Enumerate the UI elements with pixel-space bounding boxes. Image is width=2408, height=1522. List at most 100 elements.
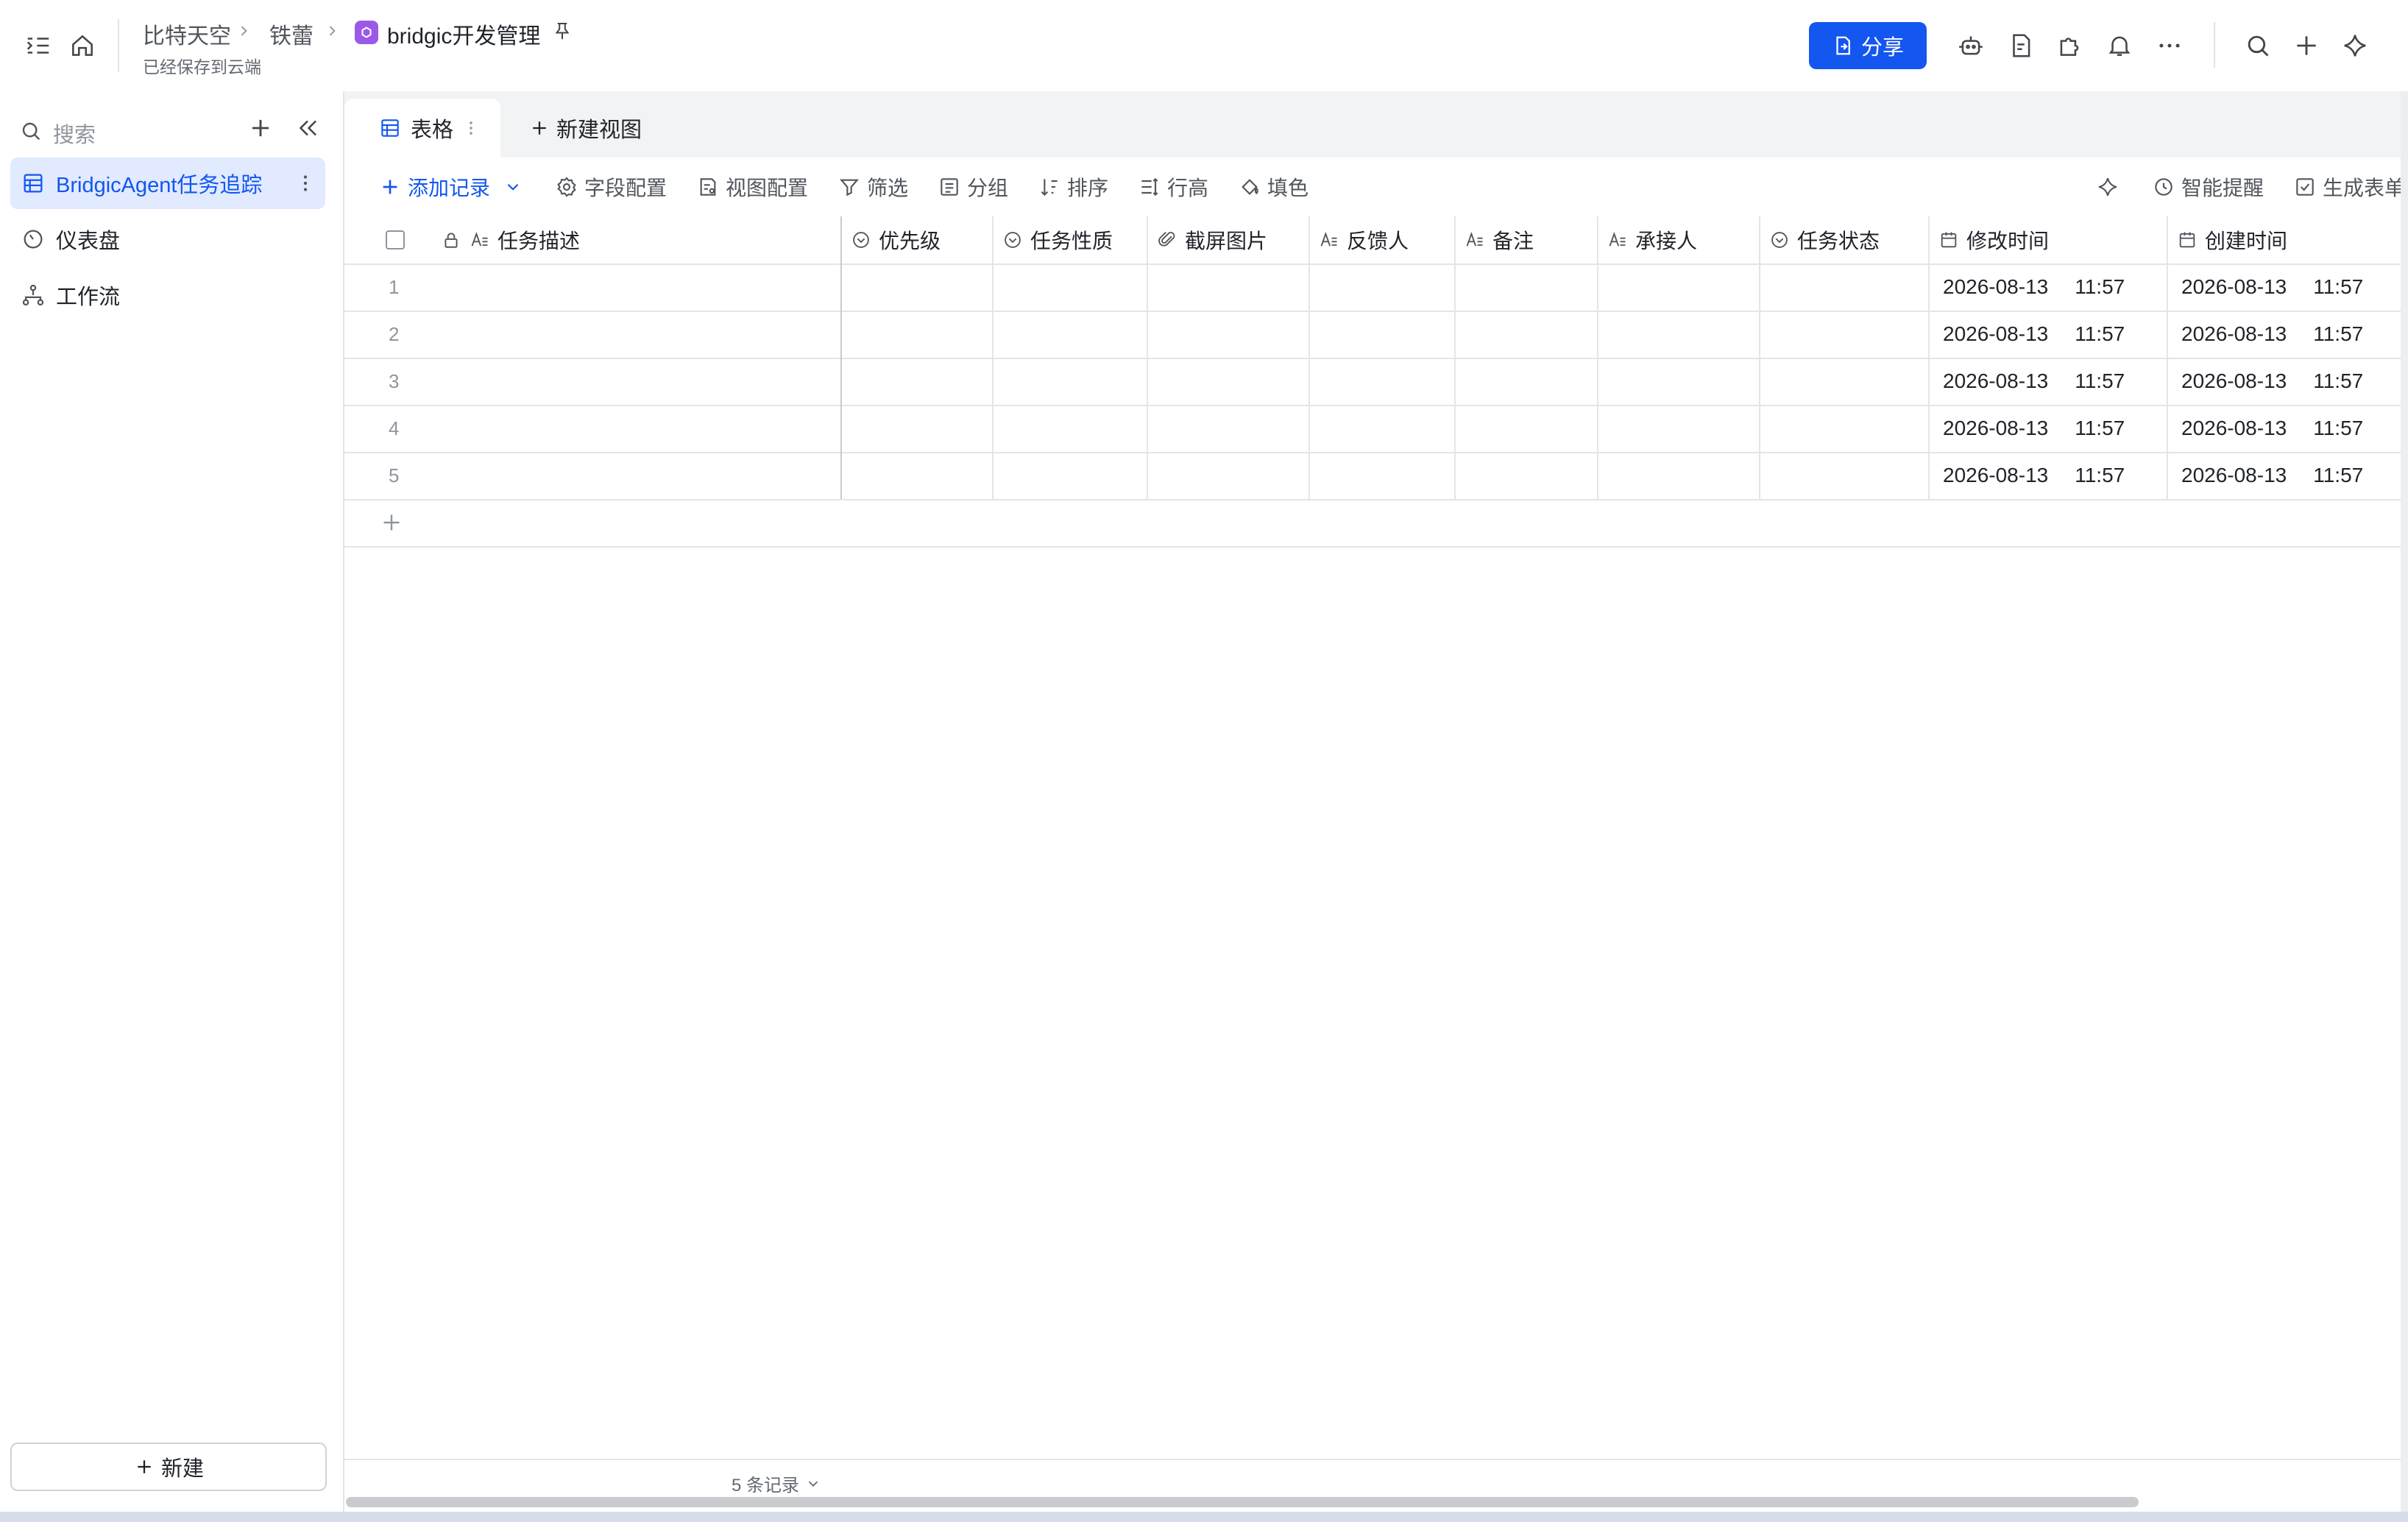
column-header-task-type[interactable]: 任务性质 <box>994 216 1148 263</box>
field-config-button[interactable]: 字段配置 <box>555 172 667 202</box>
column-header-created-time[interactable]: 创建时间 <box>2168 216 2401 263</box>
add-record-button[interactable]: 添加记录 <box>378 172 523 202</box>
document-title[interactable]: bridgic开发管理 <box>387 18 540 50</box>
table-cell[interactable] <box>994 405 1148 452</box>
table-cell[interactable] <box>1760 452 1930 499</box>
chevron-down-icon[interactable] <box>503 177 523 197</box>
table-cell[interactable] <box>1456 263 1598 311</box>
table-cell[interactable] <box>842 263 994 311</box>
table-cell[interactable] <box>1310 452 1456 499</box>
table-cell[interactable] <box>1310 311 1456 358</box>
more-options-icon[interactable] <box>2149 25 2190 66</box>
table-cell[interactable]: 2026-08-13 11:57 <box>1930 452 2168 499</box>
row-height-button[interactable]: 行高 <box>1138 172 1208 202</box>
table-row[interactable]: 5 2026-08-13 11:57 2026-08-13 11:57 <box>344 452 2401 500</box>
add-row-plus-icon[interactable] <box>378 509 405 536</box>
filter-button[interactable]: 筛选 <box>838 172 908 202</box>
table-cell[interactable]: 2026-08-13 11:57 <box>1930 405 2168 452</box>
column-header-priority[interactable]: 优先级 <box>842 216 994 263</box>
column-header-reporter[interactable]: 反馈人 <box>1310 216 1456 263</box>
table-cell[interactable] <box>842 405 994 452</box>
table-cell[interactable] <box>1456 452 1598 499</box>
notification-bell-icon[interactable] <box>2099 25 2140 66</box>
breadcrumb-folder[interactable]: 铁蕾 <box>269 18 314 50</box>
table-cell[interactable] <box>842 358 994 405</box>
table-cell[interactable]: 2026-08-13 11:57 <box>1930 263 2168 311</box>
ai-assistant-robot-icon[interactable] <box>1950 25 1991 66</box>
home-icon[interactable] <box>62 25 103 66</box>
table-cell[interactable]: 2026-08-13 11:57 <box>2168 311 2401 358</box>
sidebar-item-dashboard[interactable]: 仪表盘 <box>10 213 325 265</box>
table-cell[interactable] <box>842 452 994 499</box>
table-cell[interactable] <box>1310 263 1456 311</box>
table-cell[interactable]: 2026-08-13 11:57 <box>2168 358 2401 405</box>
table-cell[interactable] <box>1760 405 1930 452</box>
table-cell[interactable]: 5 <box>344 452 842 499</box>
column-header-screenshot[interactable]: 截屏图片 <box>1148 216 1310 263</box>
table-cell[interactable] <box>1148 405 1310 452</box>
table-cell[interactable] <box>1598 358 1760 405</box>
group-button[interactable]: 分组 <box>938 172 1008 202</box>
new-button[interactable]: 新建 <box>10 1443 327 1491</box>
table-row[interactable]: 4 2026-08-13 11:57 2026-08-13 11:57 <box>344 405 2401 453</box>
new-view-button[interactable]: 新建视图 <box>528 106 642 150</box>
column-header-task-status[interactable]: 任务状态 <box>1760 216 1930 263</box>
column-header-assignee[interactable]: 承接人 <box>1598 216 1760 263</box>
table-cell[interactable] <box>994 311 1148 358</box>
search-icon[interactable] <box>2237 25 2278 66</box>
sort-button[interactable]: 排序 <box>1038 172 1108 202</box>
table-cell[interactable] <box>1456 358 1598 405</box>
table-cell[interactable] <box>1456 311 1598 358</box>
pin-icon[interactable] <box>545 13 580 49</box>
table-cell[interactable] <box>1760 358 1930 405</box>
table-cell[interactable] <box>1310 358 1456 405</box>
table-cell[interactable]: 3 <box>344 358 842 405</box>
record-count[interactable]: 5 条记录 <box>732 1470 821 1496</box>
column-header-modified-time[interactable]: 修改时间 <box>1930 216 2168 263</box>
table-cell[interactable] <box>1598 405 1760 452</box>
more-vertical-icon[interactable] <box>293 171 318 196</box>
form-document-icon[interactable] <box>2000 25 2042 66</box>
share-button[interactable]: 分享 <box>1809 22 1927 69</box>
toggle-sidebar-icon[interactable] <box>18 25 59 66</box>
table-cell[interactable] <box>1148 263 1310 311</box>
vertical-scroll-track[interactable] <box>2401 91 2408 1512</box>
view-config-button[interactable]: 视图配置 <box>696 172 808 202</box>
column-header-notes[interactable]: 备注 <box>1456 216 1598 263</box>
horizontal-scrollbar[interactable] <box>346 1497 2139 1507</box>
fill-color-button[interactable]: 填色 <box>1238 172 1309 202</box>
table-cell[interactable]: 2026-08-13 11:57 <box>1930 311 2168 358</box>
table-row[interactable]: 1 2026-08-13 11:57 2026-08-13 11:57 <box>344 263 2401 312</box>
table-cell[interactable] <box>994 263 1148 311</box>
table-cell[interactable]: 2026-08-13 11:57 <box>2168 263 2401 311</box>
add-row[interactable] <box>344 499 2401 548</box>
table-cell[interactable]: 2026-08-13 11:57 <box>2168 452 2401 499</box>
table-cell[interactable] <box>1310 405 1456 452</box>
plugin-puzzle-icon[interactable] <box>2049 25 2090 66</box>
select-all-checkbox[interactable] <box>386 230 405 249</box>
table-cell[interactable]: 2 <box>344 311 842 358</box>
collapse-sidebar-icon[interactable] <box>287 107 328 149</box>
table-cell[interactable] <box>1598 263 1760 311</box>
table-cell[interactable]: 1 <box>344 263 842 311</box>
table-row[interactable]: 3 2026-08-13 11:57 2026-08-13 11:57 <box>344 358 2401 406</box>
breadcrumb-workspace[interactable]: 比特天空 <box>143 18 231 50</box>
ai-sparkle-icon[interactable] <box>2334 25 2376 66</box>
table-cell[interactable] <box>1598 311 1760 358</box>
add-table-plus-icon[interactable] <box>240 107 281 149</box>
table-cell[interactable] <box>1148 358 1310 405</box>
table-cell[interactable] <box>842 311 994 358</box>
create-plus-icon[interactable] <box>2286 25 2327 66</box>
tab-grid-view[interactable]: 表格 <box>344 99 500 157</box>
table-cell[interactable] <box>1760 263 1930 311</box>
table-cell[interactable] <box>994 358 1148 405</box>
column-header-task-description[interactable]: 任务描述 <box>344 216 842 263</box>
table-cell[interactable] <box>1148 452 1310 499</box>
sidebar-item-workflow[interactable]: 工作流 <box>10 269 325 321</box>
table-cell[interactable]: 2026-08-13 11:57 <box>2168 405 2401 452</box>
sidebar-item-bridgicagent-task-tracking[interactable]: BridgicAgent任务追踪 <box>10 157 325 209</box>
table-cell[interactable] <box>1148 311 1310 358</box>
table-row[interactable]: 2 2026-08-13 11:57 2026-08-13 11:57 <box>344 311 2401 359</box>
table-cell[interactable] <box>1760 311 1930 358</box>
table-cell[interactable]: 4 <box>344 405 842 452</box>
